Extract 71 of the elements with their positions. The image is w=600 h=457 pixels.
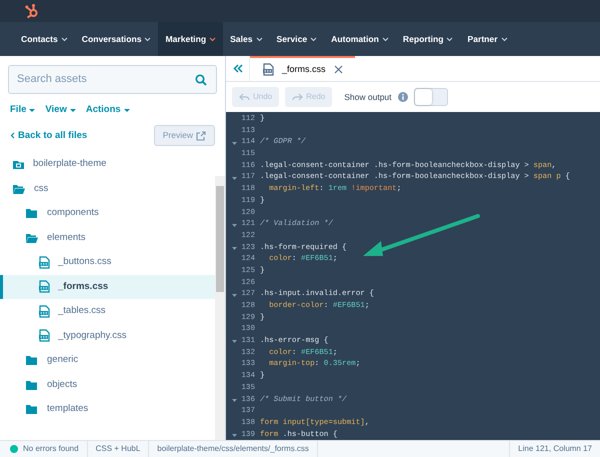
chevron-left-icon [10, 132, 15, 140]
sprocket-logo-icon[interactable] [24, 3, 40, 19]
caret-icon [144, 36, 152, 42]
error-status: No errors found [0, 441, 88, 457]
menu-dropdown[interactable]: File [10, 103, 36, 118]
tree-item[interactable]: generic [0, 348, 215, 372]
caret-icon [60, 36, 68, 42]
redo-icon [292, 92, 304, 102]
menu-dropdown[interactable]: Actions [86, 103, 130, 118]
search-icon[interactable] [195, 74, 207, 86]
fold-icon[interactable] [232, 222, 238, 228]
file-icon [38, 280, 50, 294]
caret-icon [310, 36, 318, 42]
caret-icon [256, 36, 263, 42]
tree-item[interactable]: _tables.css [0, 299, 215, 324]
tree-item[interactable]: css [0, 176, 215, 201]
tree-item[interactable]: _forms.css [0, 274, 215, 299]
caret-icon [209, 36, 216, 42]
fold-icon[interactable] [232, 432, 238, 438]
tree-item[interactable]: components [0, 201, 215, 226]
nav-tab[interactable]: Sales [223, 22, 270, 56]
file-icon [262, 63, 274, 76]
tree-item[interactable]: boilerplate-theme [0, 152, 215, 176]
caret-icon [382, 36, 389, 42]
folder-icon [25, 354, 39, 366]
caret-icon [446, 36, 454, 42]
file-path: boilerplate-theme/css/elements/_forms.css [149, 441, 318, 457]
search-field[interactable]: Search assets [8, 65, 217, 94]
caret-icon [29, 108, 36, 113]
double-chevron-icon [232, 64, 242, 73]
file-icon [38, 304, 50, 318]
info-icon [398, 92, 408, 102]
external-link-icon [196, 130, 206, 141]
tree-item[interactable]: _typography.css [0, 324, 215, 348]
tree-item[interactable]: templates [0, 397, 215, 422]
open-folder-icon [25, 232, 39, 244]
language-label: CSS + HubL [88, 441, 150, 457]
back-link[interactable]: Back to all files [10, 128, 88, 143]
fold-icon[interactable] [232, 398, 238, 403]
folder-icon [25, 378, 39, 391]
fold-icon[interactable] [232, 339, 238, 344]
theme-icon [12, 158, 25, 170]
scrollbar[interactable] [215, 176, 225, 440]
open-folder-icon [12, 182, 26, 195]
fold-icon[interactable] [232, 140, 238, 146]
caret-icon [124, 108, 130, 113]
nav-tab[interactable]: Contacts [14, 22, 75, 56]
cursor-position: Line 121, Column 17 [509, 441, 600, 457]
show-output-label: Show output [344, 90, 392, 104]
nav-tab[interactable]: Conversations [74, 22, 158, 56]
file-icon [38, 329, 50, 342]
undo-icon [239, 92, 250, 102]
folder-icon [25, 207, 39, 220]
fold-icon[interactable] [232, 176, 238, 181]
fold-icon[interactable] [232, 292, 238, 298]
show-output-toggle[interactable] [414, 88, 448, 106]
nav-tab[interactable]: Reporting [396, 22, 460, 56]
file-icon [38, 256, 50, 269]
nav-tab[interactable]: Marketing [158, 22, 224, 56]
tree-item[interactable]: _buttons.css [0, 250, 215, 274]
tree-item[interactable]: elements [0, 226, 215, 250]
caret-icon [70, 108, 76, 113]
folder-icon [25, 403, 39, 416]
menu-dropdown[interactable]: View [45, 103, 76, 118]
caret-icon [500, 36, 508, 42]
close-icon [334, 65, 343, 74]
nav-tab[interactable]: Service [270, 22, 324, 56]
tree-item[interactable]: objects [0, 372, 215, 397]
nav-tab[interactable]: Automation [324, 22, 396, 56]
fold-icon[interactable] [232, 246, 238, 251]
nav-tab[interactable]: Partner [460, 22, 515, 56]
